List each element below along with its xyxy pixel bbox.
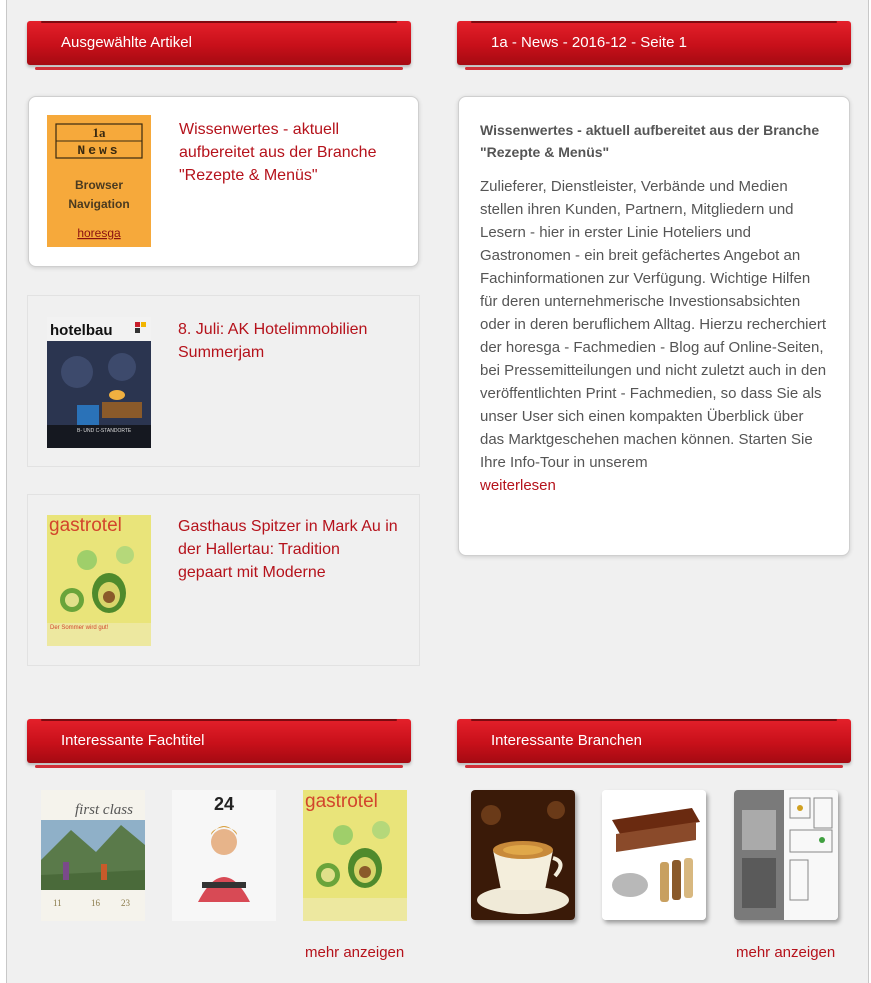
branch-image-coffee[interactable] xyxy=(471,790,575,920)
article-card[interactable]: hotelbau B- UND C-STANDORTE 8. Juli: AK … xyxy=(27,295,420,467)
mag-brand: 24 xyxy=(214,794,234,814)
thumb-navigation: Navigation xyxy=(68,197,129,211)
svg-text:Der Sommer wird gut!: Der Sommer wird gut! xyxy=(50,625,109,631)
article-thumbnail[interactable]: gastrotel Der Sommer wird gut! xyxy=(47,515,151,646)
magazine-cover-gastrotel[interactable]: gastrotel xyxy=(303,790,407,921)
article-thumbnail[interactable]: hotelbau B- UND C-STANDORTE xyxy=(47,317,151,448)
thumb-brand: horesga xyxy=(77,226,121,240)
article-link[interactable]: Wissenwertes - aktuell aufbereitet aus d… xyxy=(179,118,399,187)
section-header-fachtitel: Interessante Fachtitel xyxy=(27,719,411,768)
mag-brand: gastrotel xyxy=(305,791,378,812)
thumb-1a: 1a xyxy=(93,125,107,140)
more-magazines-link[interactable]: mehr anzeigen xyxy=(305,944,404,961)
magazine-cover-24[interactable]: 24 xyxy=(172,790,276,921)
thumb-browser: Browser xyxy=(75,178,123,192)
section-header-articles: Ausgewählte Artikel xyxy=(27,21,411,70)
thumb-news: News xyxy=(77,143,120,158)
more-branches-link[interactable]: mehr anzeigen xyxy=(736,944,835,961)
article-link[interactable]: Gasthaus Spitzer in Mark Au in der Halle… xyxy=(178,515,398,584)
mag-brand: first class xyxy=(75,802,133,818)
article-card-featured[interactable]: 1a News Browser Navigation horesga Wisse… xyxy=(28,96,419,267)
branch-image-buffet[interactable] xyxy=(602,790,706,920)
section-header-label: 1a - News - 2016-12 - Seite 1 xyxy=(491,34,687,51)
read-more-link[interactable]: weiterlesen xyxy=(480,474,829,497)
article-link[interactable]: 8. Juli: AK Hotelimmobilien Summerjam xyxy=(178,318,398,364)
section-header-label: Interessante Branchen xyxy=(491,732,642,749)
branch-image-kitchen[interactable] xyxy=(734,790,838,920)
section-header-news: 1a - News - 2016-12 - Seite 1 xyxy=(457,21,851,70)
thumb-brand: hotelbau xyxy=(50,322,113,339)
news-body: Zulieferer, Dienstleister, Verbände und … xyxy=(480,178,827,471)
svg-text:16: 16 xyxy=(91,898,101,908)
svg-text:B- UND C-STANDORTE: B- UND C-STANDORTE xyxy=(77,428,132,434)
section-header-branchen: Interessante Branchen xyxy=(457,719,851,768)
news-title: Wissenwertes - aktuell aufbereitet aus d… xyxy=(480,122,820,160)
section-header-label: Interessante Fachtitel xyxy=(61,732,205,749)
thumb-brand: gastrotel xyxy=(49,515,122,536)
section-header-label: Ausgewählte Artikel xyxy=(61,34,192,51)
article-card[interactable]: gastrotel Der Sommer wird gut! Gasthaus … xyxy=(27,494,420,666)
magazine-cover-first-class[interactable]: first class 11 16 23 xyxy=(41,790,145,921)
svg-text:11: 11 xyxy=(53,898,62,908)
svg-text:23: 23 xyxy=(121,898,131,908)
article-thumbnail[interactable]: 1a News Browser Navigation horesga xyxy=(47,115,151,247)
news-teaser-box: Wissenwertes - aktuell aufbereitet aus d… xyxy=(458,96,850,556)
